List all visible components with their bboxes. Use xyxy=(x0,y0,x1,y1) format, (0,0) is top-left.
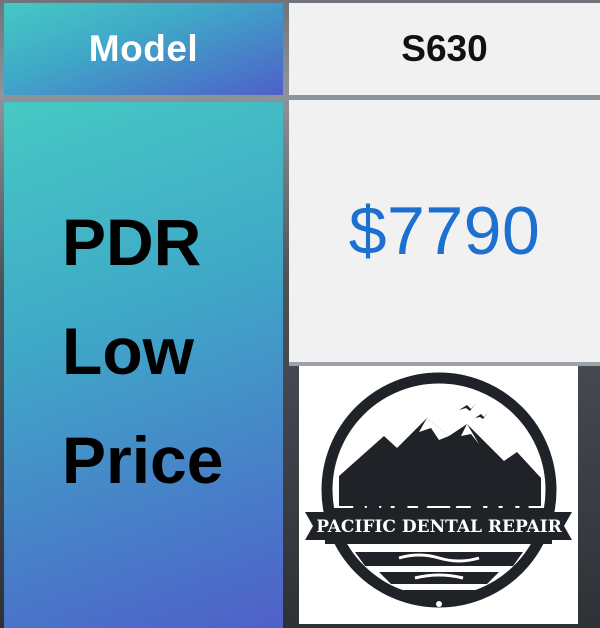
promo-line-2: Low xyxy=(62,314,194,388)
logo-text: PACIFIC DENTAL REPAIR xyxy=(316,517,562,537)
hang-hole-bottom xyxy=(436,601,442,607)
promo-text: PDR Low Price xyxy=(62,188,223,515)
hang-hole xyxy=(436,389,442,395)
model-value: S630 xyxy=(401,28,488,69)
mountain-elk-emblem-icon: PACIFIC DENTAL REPAIR xyxy=(305,372,572,608)
birds-shape xyxy=(459,403,488,419)
model-label: Model xyxy=(88,28,199,69)
promo-line-3: Price xyxy=(62,423,224,497)
promo-line-1: PDR xyxy=(62,205,202,279)
model-label-cell: Model xyxy=(4,3,283,95)
logo-cell: PACIFIC DENTAL REPAIR xyxy=(299,366,578,624)
model-value-cell: S630 xyxy=(289,3,600,95)
price-cell: $7790 xyxy=(289,100,600,362)
price-value: $7790 xyxy=(348,193,541,269)
promo-cell: PDR Low Price xyxy=(4,102,283,628)
